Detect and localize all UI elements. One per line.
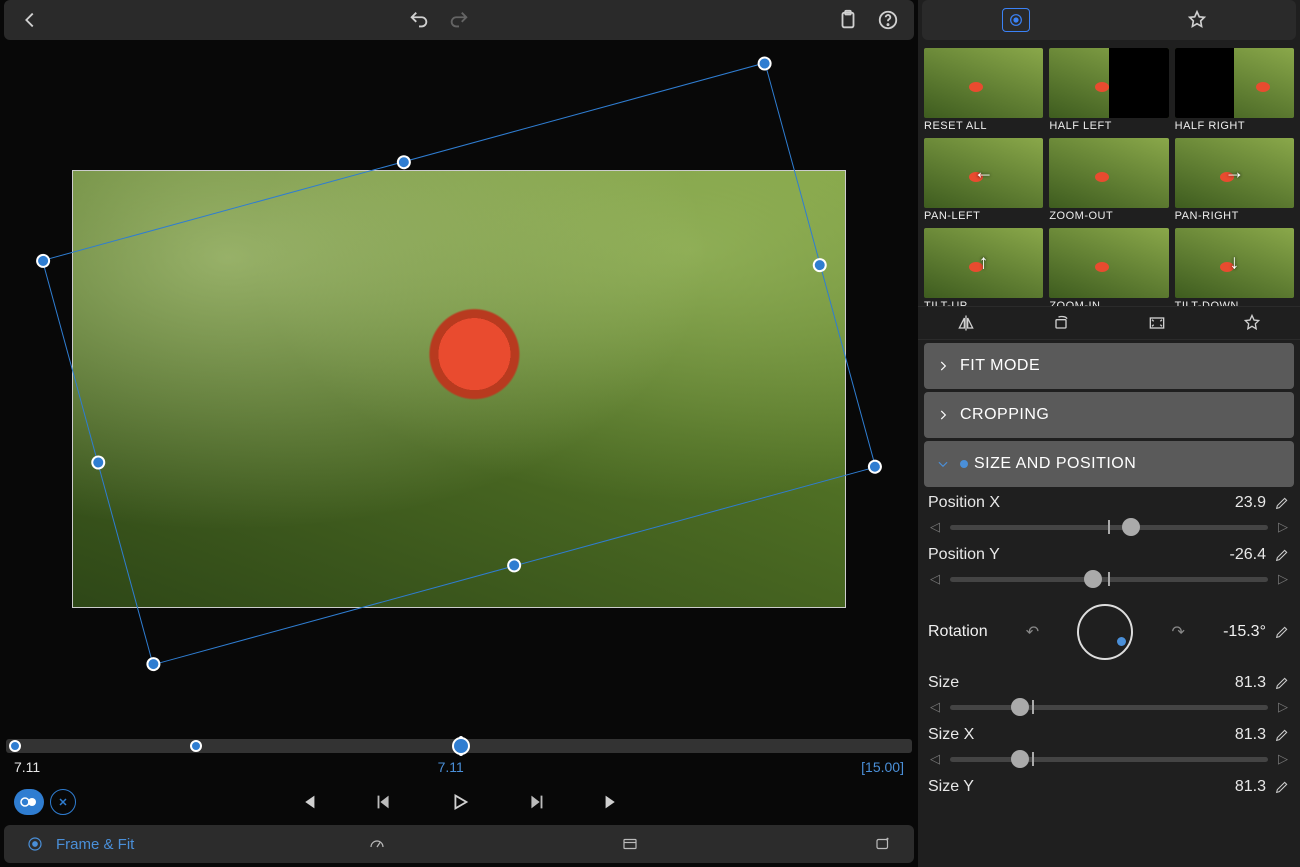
edit-icon[interactable]	[1274, 495, 1290, 511]
nudge-left-icon[interactable]: ◁	[928, 699, 942, 715]
param-position-x: Position X 23.9 ◁ ▷	[928, 494, 1290, 538]
time-current: 7.11	[438, 759, 464, 775]
nudge-left-icon[interactable]: ◁	[928, 519, 942, 535]
param-value: 81.3	[1235, 726, 1266, 744]
clipboard-button[interactable]	[828, 0, 868, 40]
bottom-tabbar: Frame & Fit	[4, 825, 914, 863]
edit-icon[interactable]	[1274, 624, 1290, 640]
main-topbar	[4, 0, 914, 40]
transform-handle[interactable]	[866, 458, 883, 475]
section-label: FIT MODE	[960, 357, 1040, 375]
nudge-right-icon[interactable]: ▷	[1276, 699, 1290, 715]
go-end-button[interactable]	[592, 782, 632, 822]
time-readout: 7.11 7.11 [15.00]	[4, 753, 914, 779]
inspector-topbar	[922, 0, 1296, 40]
step-back-button[interactable]	[364, 782, 404, 822]
nudge-right-icon[interactable]: ▷	[1276, 571, 1290, 587]
flip-horizontal-button[interactable]	[946, 303, 986, 343]
tab-label: Frame & Fit	[56, 836, 134, 853]
play-button[interactable]	[440, 782, 480, 822]
nudge-left-icon[interactable]: ◁	[928, 571, 942, 587]
param-value: -26.4	[1230, 546, 1266, 564]
tab-frame-fit[interactable]: Frame & Fit	[24, 835, 134, 853]
param-label: Size X	[928, 726, 974, 744]
slider-size[interactable]	[950, 696, 1268, 718]
fit-button[interactable]	[1137, 303, 1177, 343]
playhead[interactable]	[459, 736, 463, 756]
undo-button[interactable]	[399, 0, 439, 40]
inspector-tab-favorites[interactable]	[1177, 0, 1217, 40]
keyframe-marker[interactable]	[190, 740, 202, 752]
edit-icon[interactable]	[1274, 727, 1290, 743]
param-value: -15.3°	[1223, 623, 1266, 641]
param-rotation: Rotation ↶ ↷ -15.3°	[928, 604, 1290, 660]
nudge-right-icon[interactable]: ▷	[1276, 751, 1290, 767]
preset-pan-right[interactable]: →PAN-RIGHT	[1175, 138, 1294, 222]
go-start-button[interactable]	[288, 782, 328, 822]
preset-zoom-out[interactable]: ZOOM-OUT	[1049, 138, 1168, 222]
time-duration: [15.00]	[861, 759, 904, 775]
slider-size-x[interactable]	[950, 748, 1268, 770]
slider-position-x[interactable]	[950, 516, 1268, 538]
preset-tilt-down[interactable]: ↓TILT-DOWN	[1175, 228, 1294, 306]
rotate-cw-icon[interactable]: ↷	[1172, 622, 1185, 642]
param-size: Size 81.3 ◁ ▷	[928, 674, 1290, 718]
back-button[interactable]	[10, 0, 50, 40]
section-size-position[interactable]: SIZE AND POSITION	[924, 441, 1294, 487]
transform-handle[interactable]	[145, 655, 162, 672]
param-label: Position X	[928, 494, 1000, 512]
step-fwd-button[interactable]	[516, 782, 556, 822]
preset-grid: RESET ALL HALF LEFT HALF RIGHT ←PAN-LEFT…	[918, 42, 1300, 306]
rotation-dial[interactable]	[1077, 604, 1133, 660]
rotate-button[interactable]	[1041, 303, 1081, 343]
rotate-ccw-icon[interactable]: ↶	[1026, 622, 1039, 642]
tab-speed[interactable]	[366, 835, 388, 853]
preview-canvas[interactable]	[0, 42, 918, 736]
preset-pan-left[interactable]: ←PAN-LEFT	[924, 138, 1043, 222]
param-size-x: Size X 81.3 ◁ ▷	[928, 726, 1290, 770]
transform-handle[interactable]	[756, 55, 773, 72]
section-label: CROPPING	[960, 406, 1049, 424]
help-button[interactable]	[868, 0, 908, 40]
param-position-y: Position Y -26.4 ◁ ▷	[928, 546, 1290, 590]
section-fit-mode[interactable]: FIT MODE	[924, 343, 1294, 389]
transport-bar	[4, 779, 914, 825]
param-value: 81.3	[1235, 674, 1266, 692]
edit-icon[interactable]	[1274, 547, 1290, 563]
edit-icon[interactable]	[1274, 779, 1290, 795]
transform-handle[interactable]	[35, 252, 52, 269]
redo-button[interactable]	[439, 0, 479, 40]
tab-media[interactable]	[619, 835, 641, 853]
param-label: Size	[928, 674, 959, 692]
inspector-tab-presets[interactable]	[1002, 8, 1030, 32]
nudge-right-icon[interactable]: ▷	[1276, 519, 1290, 535]
params-panel: Position X 23.9 ◁ ▷ Posi	[918, 490, 1300, 867]
param-value: 23.9	[1235, 494, 1266, 512]
slider-position-y[interactable]	[950, 568, 1268, 590]
param-label: Position Y	[928, 546, 1000, 564]
section-label: SIZE AND POSITION	[974, 455, 1136, 473]
timeline-scrubber[interactable]	[6, 739, 912, 753]
modified-indicator-icon	[960, 460, 968, 468]
edit-icon[interactable]	[1274, 675, 1290, 691]
section-cropping[interactable]: CROPPING	[924, 392, 1294, 438]
param-value: 81.3	[1235, 778, 1266, 796]
nudge-left-icon[interactable]: ◁	[928, 751, 942, 767]
transform-handle[interactable]	[395, 154, 412, 171]
keyframe-clear[interactable]	[50, 789, 76, 815]
param-size-y: Size Y 81.3	[928, 778, 1290, 796]
preset-half-left[interactable]: HALF LEFT	[1049, 48, 1168, 132]
keyframe-marker[interactable]	[9, 740, 21, 752]
favorite-button[interactable]	[1232, 303, 1272, 343]
preset-tilt-up[interactable]: ↑TILT-UP	[924, 228, 1043, 306]
preset-reset-all[interactable]: RESET ALL	[924, 48, 1043, 132]
preset-half-right[interactable]: HALF RIGHT	[1175, 48, 1294, 132]
param-label: Size Y	[928, 778, 974, 796]
param-label: Rotation	[928, 623, 988, 641]
time-start: 7.11	[14, 759, 40, 775]
preset-zoom-in[interactable]: ZOOM-IN	[1049, 228, 1168, 306]
transform-tool-row	[918, 306, 1300, 340]
tab-effects[interactable]	[872, 835, 894, 853]
keyframe-toggle[interactable]	[14, 789, 44, 815]
